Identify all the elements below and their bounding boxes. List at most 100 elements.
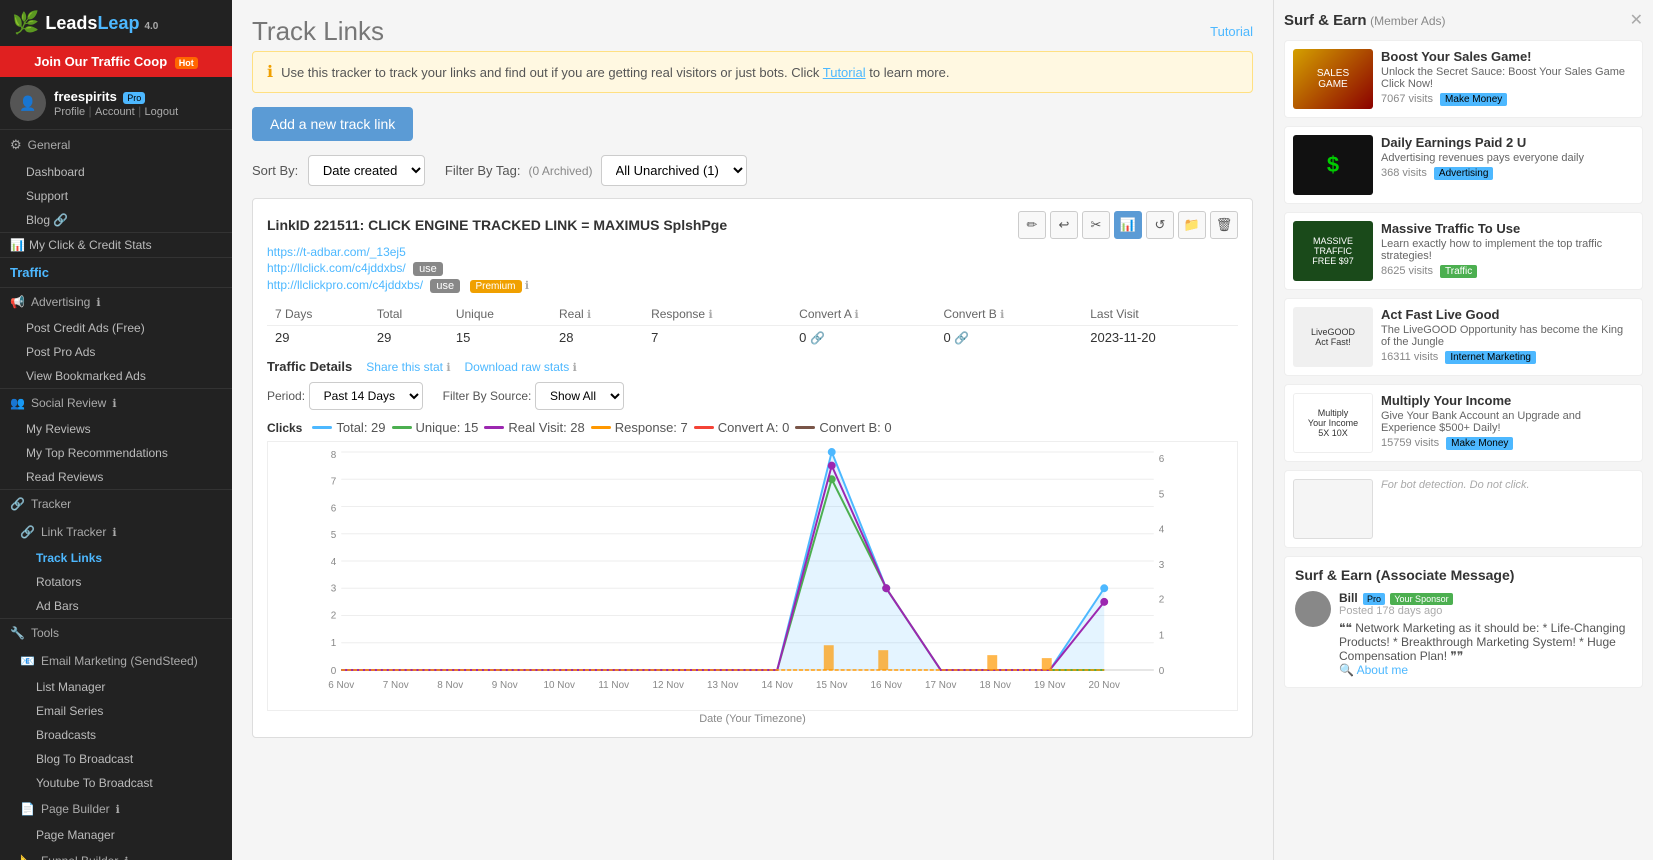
page-title-row: Track Links Tutorial xyxy=(252,16,1253,47)
ad-card-5: For bot detection. Do not click. xyxy=(1284,470,1643,548)
chart-button[interactable]: 📊 xyxy=(1114,211,1142,239)
ad-card-0[interactable]: SALESGAME Boost Your Sales Game! Unlock … xyxy=(1284,40,1643,118)
section-traffic: Traffic xyxy=(0,258,232,288)
url2-use-btn[interactable]: use xyxy=(413,262,443,276)
col-convert-b: Convert B ℹ xyxy=(935,303,1082,326)
account-link[interactable]: Account xyxy=(95,106,135,118)
tools-header[interactable]: 🔧 Tools xyxy=(0,619,232,647)
svg-text:4: 4 xyxy=(1159,524,1165,535)
svg-text:15 Nov: 15 Nov xyxy=(816,680,847,691)
info-tutorial-link[interactable]: Tutorial xyxy=(823,65,866,80)
ad-card-1[interactable]: $ Daily Earnings Paid 2 U Advertising re… xyxy=(1284,126,1643,204)
member-ads-label: (Member Ads) xyxy=(1370,14,1445,28)
sidebar-item-page-manager[interactable]: Page Manager xyxy=(0,823,232,847)
social-review-header[interactable]: 👥 Social Review ℹ xyxy=(0,389,232,417)
email-marketing-header[interactable]: 📧 Email Marketing (SendSteed) xyxy=(0,647,232,675)
share-stat-link[interactable]: Share this stat ℹ xyxy=(366,360,450,374)
sidebar-item-top-recommendations[interactable]: My Top Recommendations xyxy=(0,441,232,465)
ad-title-4: Multiply Your Income xyxy=(1381,393,1634,408)
chart-svg: 0 1 2 3 4 5 6 7 8 0 1 2 3 4 5 6 6 Nov xyxy=(308,452,1187,670)
ad-card-4[interactable]: MultiplyYour Income5X 10X Multiply Your … xyxy=(1284,384,1643,462)
about-link[interactable]: 🔍 About me xyxy=(1339,663,1408,677)
val-last-visit: 2023-11-20 xyxy=(1082,326,1238,350)
info-banner: ℹ Use this tracker to track your links a… xyxy=(252,51,1253,93)
ad-card-3[interactable]: LiveGOODAct Fast! Act Fast Live Good The… xyxy=(1284,298,1643,376)
profile-link[interactable]: Profile xyxy=(54,106,85,118)
sidebar-item-blog[interactable]: Blog 🔗 xyxy=(0,208,232,232)
track-link-actions: ✏ ↩ ✂ 📊 ↺ 📁 🗑 xyxy=(1018,211,1238,239)
share-button[interactable]: ✂ xyxy=(1082,211,1110,239)
filter-archived: (0 Archived) xyxy=(529,164,593,178)
ad-title-2: Massive Traffic To Use xyxy=(1381,221,1634,236)
track-link-url3: http://llclickpro.com/c4jddxbs/ use Prem… xyxy=(267,278,1238,293)
sidebar-item-bookmarked[interactable]: View Bookmarked Ads xyxy=(0,364,232,388)
ad-visits-3: 16311 visits xyxy=(1381,351,1438,363)
url1-link[interactable]: https://t-adbar.com/_13ej5 xyxy=(267,245,406,259)
traffic-header[interactable]: Traffic xyxy=(0,258,232,287)
funnel-builder-header[interactable]: 📐 Funnel Builder ℹ xyxy=(0,847,232,860)
associate-header: Surf & Earn (Associate Message) xyxy=(1295,567,1632,583)
ad-visits-1: 368 visits xyxy=(1381,167,1427,179)
close-panel-button[interactable]: ✕ xyxy=(1630,10,1643,30)
ad-desc-0: Unlock the Secret Sauce: Boost Your Sale… xyxy=(1381,66,1634,90)
archive-button[interactable]: 📁 xyxy=(1178,211,1206,239)
sort-by-label: Sort By: xyxy=(252,163,298,178)
refresh-button[interactable]: ↺ xyxy=(1146,211,1174,239)
main-content: Track Links Tutorial ℹ Use this tracker … xyxy=(232,0,1273,860)
sidebar-item-post-pro[interactable]: Post Pro Ads xyxy=(0,340,232,364)
sidebar-item-list-manager[interactable]: List Manager xyxy=(0,675,232,699)
sidebar-item-email-series[interactable]: Email Series xyxy=(0,699,232,723)
period-select[interactable]: Past 14 Days xyxy=(309,382,423,410)
sidebar-item-youtube-broadcast[interactable]: Youtube To Broadcast xyxy=(0,771,232,795)
traffic-details-title: Traffic Details xyxy=(267,359,352,374)
filter-tag-select[interactable]: All Unarchived (1) xyxy=(601,155,747,186)
svg-text:1: 1 xyxy=(1159,630,1165,641)
tracker-header[interactable]: 🔗 Tracker xyxy=(0,490,232,518)
val-7days: 29 xyxy=(267,326,369,350)
link-tracker-header[interactable]: 🔗 Link Tracker ℹ xyxy=(0,518,232,546)
page-builder-header[interactable]: 📄 Page Builder ℹ xyxy=(0,795,232,823)
section-tracker: 🔗 Tracker 🔗 Link Tracker ℹ Track Links R… xyxy=(0,490,232,619)
val-convert-a: 0 🔗 xyxy=(791,326,935,350)
filter-tag-label: Filter By Tag: xyxy=(445,163,521,178)
sidebar-item-support[interactable]: Support xyxy=(0,184,232,208)
url3-link[interactable]: http://llclickpro.com/c4jddxbs/ xyxy=(267,278,423,292)
sidebar-item-ad-bars[interactable]: Ad Bars xyxy=(0,594,232,618)
add-track-link-button[interactable]: Add a new track link xyxy=(252,107,413,141)
sidebar-item-rotators[interactable]: Rotators xyxy=(0,570,232,594)
ad-thumb-4: MultiplyYour Income5X 10X xyxy=(1293,393,1373,453)
ad-thumb-3: LiveGOODAct Fast! xyxy=(1293,307,1373,367)
traffic-coop-banner[interactable]: Join Our Traffic Coop Hot xyxy=(0,46,232,77)
sidebar-item-my-reviews[interactable]: My Reviews xyxy=(0,417,232,441)
sidebar-item-track-links[interactable]: Track Links xyxy=(0,546,232,570)
sidebar-item-post-credit[interactable]: Post Credit Ads (Free) xyxy=(0,316,232,340)
general-header[interactable]: ⚙ General xyxy=(0,130,232,160)
url2-link[interactable]: http://llclick.com/c4jddxbs/ xyxy=(267,261,406,275)
delete-button[interactable]: 🗑 xyxy=(1210,211,1238,239)
logout-link[interactable]: Logout xyxy=(145,106,179,118)
sidebar-item-read-reviews[interactable]: Read Reviews xyxy=(0,465,232,489)
surf-earn-title: Surf & Earn xyxy=(1284,12,1367,29)
copy-button[interactable]: ↩ xyxy=(1050,211,1078,239)
url3-use-btn[interactable]: use xyxy=(430,279,460,293)
stats-table: 7 Days Total Unique Real ℹ Response ℹ Co… xyxy=(267,303,1238,349)
chart-container: 0 1 2 3 4 5 6 7 8 0 1 2 3 4 5 6 6 Nov xyxy=(267,441,1238,711)
sidebar-item-broadcasts[interactable]: Broadcasts xyxy=(0,723,232,747)
convert-a-link[interactable]: 🔗 xyxy=(810,331,825,345)
tutorial-link[interactable]: Tutorial xyxy=(1210,24,1253,39)
sidebar-item-credit-stats[interactable]: 📊 My Click & Credit Stats xyxy=(0,233,232,257)
sort-by-select[interactable]: Date created xyxy=(308,155,425,186)
svg-text:4: 4 xyxy=(331,557,337,568)
sidebar-item-dashboard[interactable]: Dashboard xyxy=(0,160,232,184)
col-response: Response ℹ xyxy=(643,303,791,326)
clicks-label: Clicks xyxy=(267,421,302,435)
filter-source-select[interactable]: Show All xyxy=(535,382,624,410)
general-icon: ⚙ xyxy=(10,137,22,153)
download-raw-link[interactable]: Download raw stats ℹ xyxy=(465,360,577,374)
track-link-header: LinkID 221511: CLICK ENGINE TRACKED LINK… xyxy=(267,211,1238,239)
convert-b-link[interactable]: 🔗 xyxy=(954,331,969,345)
ad-card-2[interactable]: MASSIVETRAFFICFREE $97 Massive Traffic T… xyxy=(1284,212,1643,290)
advertising-header[interactable]: 📢 Advertising ℹ xyxy=(0,288,232,316)
sidebar-item-blog-broadcast[interactable]: Blog To Broadcast xyxy=(0,747,232,771)
edit-button[interactable]: ✏ xyxy=(1018,211,1046,239)
